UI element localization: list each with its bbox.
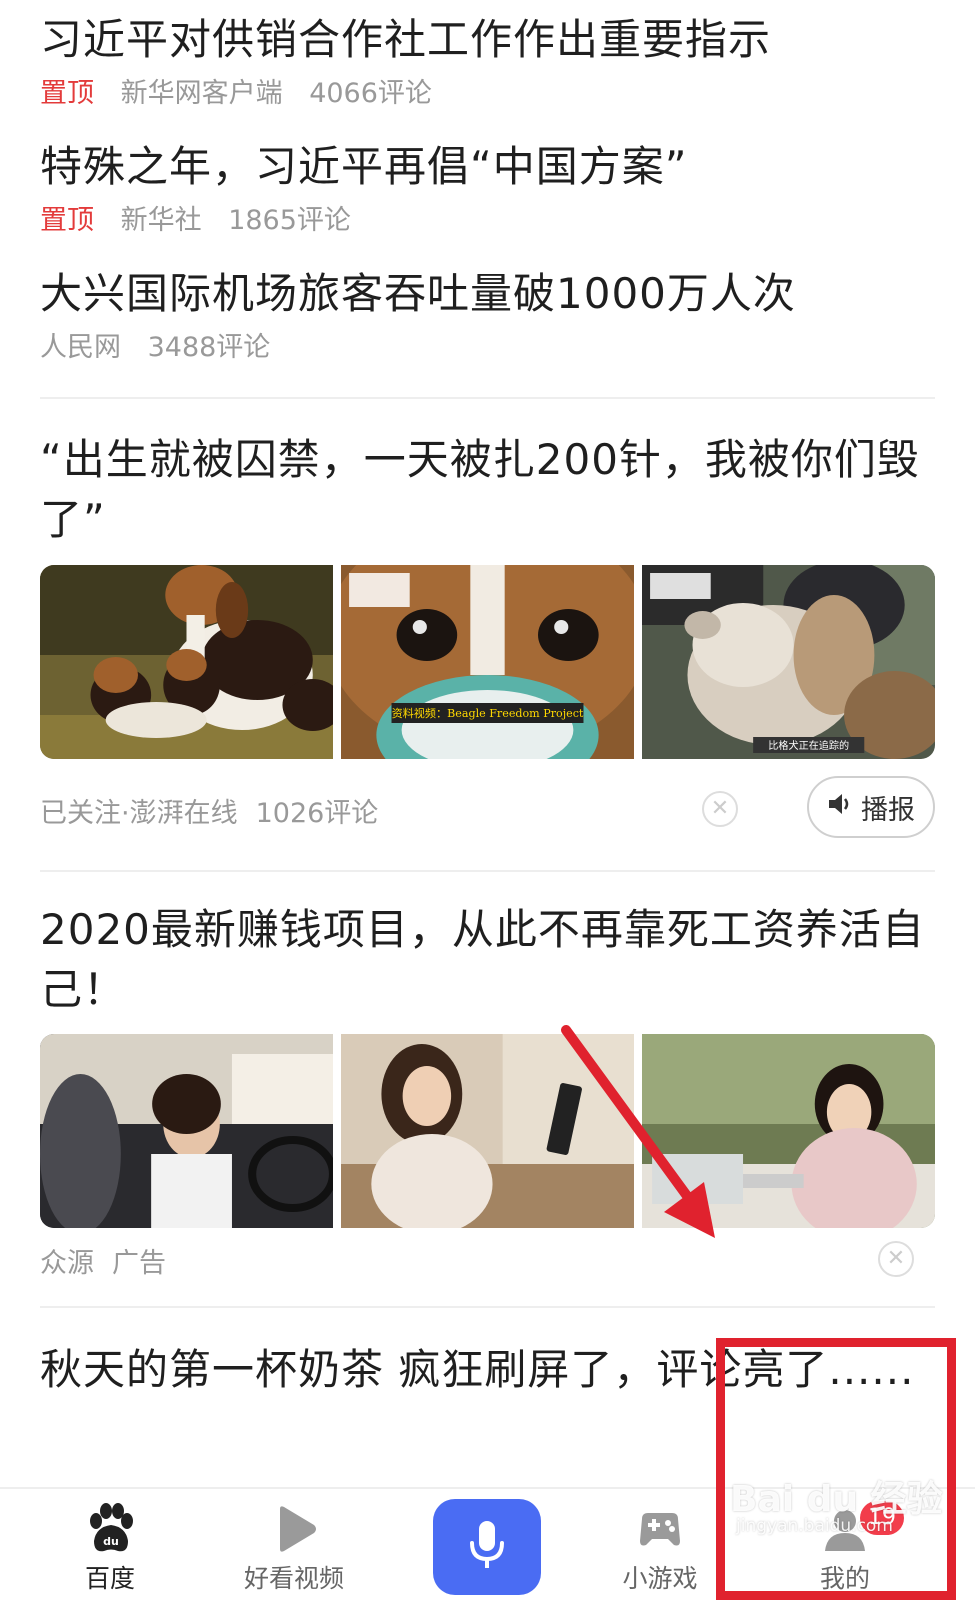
annotation-highlight-box [716, 1338, 956, 1600]
watermark-logo: Bai du 经验 [730, 1479, 943, 1520]
watermark-url: jingyan.baidu.com [736, 1516, 893, 1536]
